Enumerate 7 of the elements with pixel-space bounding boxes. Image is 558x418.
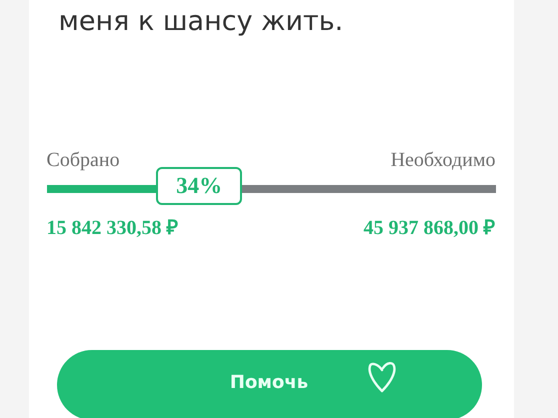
needed-amount: 45 937 868,00 ₽ — [364, 216, 496, 240]
help-button[interactable]: Помочь — [56, 350, 482, 418]
story-text: меня к шансу жить. — [58, 5, 344, 39]
needed-label: Необходимо — [390, 149, 496, 172]
percent-badge: 34% — [156, 167, 242, 205]
collected-amount: 15 842 330,58 ₽ — [46, 216, 178, 240]
collected-label: Собрано — [46, 149, 120, 172]
